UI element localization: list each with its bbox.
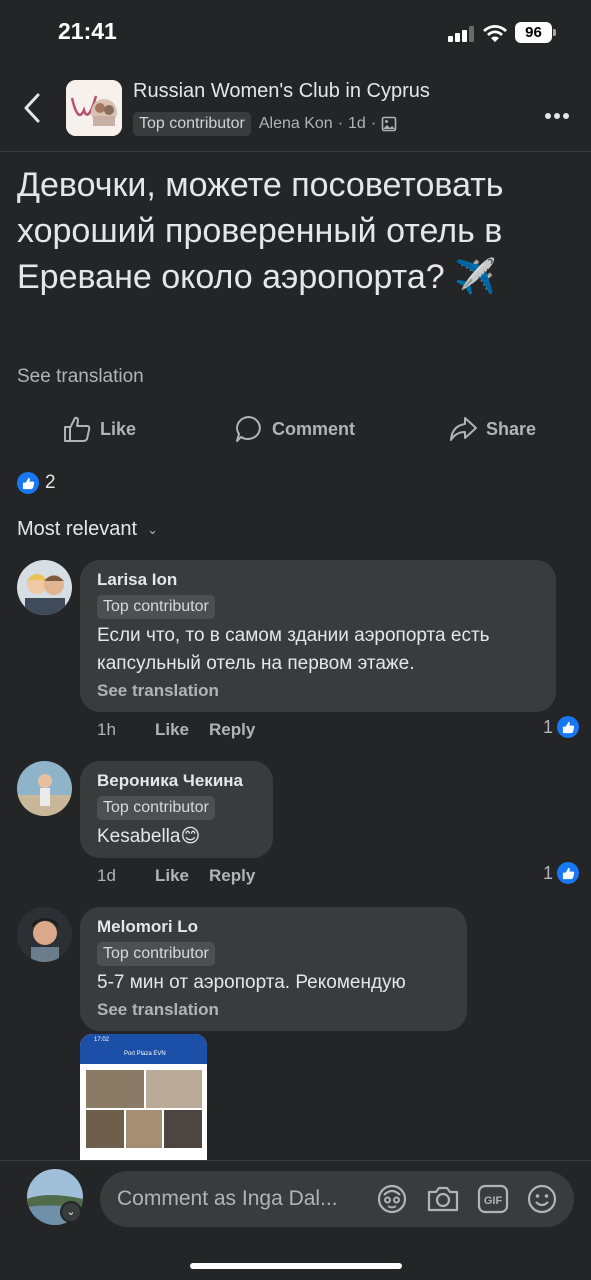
see-translation-link[interactable]: See translation xyxy=(97,681,539,701)
wifi-icon xyxy=(483,25,507,42)
comment-time: 1h xyxy=(97,720,116,739)
reaction-count: 2 xyxy=(45,472,56,493)
comment-footer: 1h Like Reply xyxy=(97,720,255,740)
comment-reactions[interactable]: 1 xyxy=(543,716,579,738)
comment-label: Comment xyxy=(272,418,356,439)
comment-bubble[interactable]: Larisa Ion Top contributor Если что, то … xyxy=(80,560,556,712)
sort-label: Most relevant xyxy=(17,518,138,540)
post-actions: Like Comment Share xyxy=(0,410,591,450)
avatar[interactable] xyxy=(17,907,72,962)
avatar[interactable] xyxy=(17,761,72,816)
like-reaction-icon xyxy=(17,472,39,494)
battery-indicator: 96 xyxy=(515,22,552,43)
reaction-summary[interactable]: 2 xyxy=(17,472,56,494)
commenter-name[interactable]: Melomori Lo xyxy=(97,917,450,937)
see-translation-link[interactable]: See translation xyxy=(97,1000,450,1020)
comment-text: 5-7 мин от аэропорта. Рекомендую xyxy=(97,972,406,993)
top-contributor-badge: Top contributor xyxy=(97,796,215,820)
post-header: Russian Women's Club in Cyprus Top contr… xyxy=(0,66,591,152)
comment-reply-button[interactable]: Reply xyxy=(209,866,255,886)
svg-text:GIF: GIF xyxy=(484,1195,503,1207)
chevron-down-icon: ⌄ xyxy=(147,521,158,537)
comment-input[interactable]: Comment as Inga Dal... GIF xyxy=(100,1171,574,1227)
more-options-icon[interactable] xyxy=(542,106,569,124)
signal-icon xyxy=(448,26,474,42)
share-arrow-icon xyxy=(450,417,477,441)
battery-cap xyxy=(553,29,556,36)
top-contributor-badge: Top contributor xyxy=(97,942,215,966)
home-indicator xyxy=(190,1263,402,1269)
camera-icon[interactable] xyxy=(426,1183,460,1215)
gif-icon[interactable]: GIF xyxy=(477,1183,509,1215)
comment-image-attachment[interactable]: 17:02 Port Plaza EVN xyxy=(80,1034,207,1160)
comment-input-placeholder: Comment as Inga Dal... xyxy=(117,1187,338,1210)
comment-like-button[interactable]: Like xyxy=(155,720,189,740)
author-name[interactable]: Alena Kon xyxy=(259,115,333,133)
top-contributor-badge: Top contributor xyxy=(133,112,251,136)
attachment-photo-grid xyxy=(86,1070,202,1156)
comment-bubble[interactable]: Melomori Lo Top contributor 5-7 мин от а… xyxy=(80,907,467,1031)
like-label: Like xyxy=(100,418,137,439)
comment-reply-button[interactable]: Reply xyxy=(209,720,255,740)
top-contributor-badge: Top contributor xyxy=(97,595,215,619)
meta-separator-2: · xyxy=(370,115,377,132)
attachment-time: 17:02 xyxy=(94,1037,110,1043)
see-translation-link[interactable]: See translation xyxy=(17,366,144,388)
chevron-down-icon[interactable]: ⌄ xyxy=(60,1201,82,1223)
commenter-name[interactable]: Larisa Ion xyxy=(97,570,539,590)
status-time: 21:41 xyxy=(58,18,117,44)
attachment-app-header: 17:02 Port Plaza EVN xyxy=(80,1034,207,1064)
commenter-name[interactable]: Вероника Чекина xyxy=(97,771,256,791)
comment-reaction-count: 1 xyxy=(542,716,553,737)
comment-composer: ⌄ Comment as Inga Dal... GIF xyxy=(0,1160,591,1280)
emoji-icon[interactable] xyxy=(526,1183,558,1215)
comment-text: Если что, то в самом здании аэропорта ес… xyxy=(97,625,490,674)
like-reaction-icon xyxy=(557,862,579,884)
comment-bubble[interactable]: Вероника Чекина Top contributor Kesabell… xyxy=(80,761,273,858)
comment-button[interactable]: Comment xyxy=(234,414,355,444)
comment-footer: 1d Like Reply xyxy=(97,866,255,886)
comment-sort-dropdown[interactable]: Most relevant ⌄ xyxy=(17,518,158,541)
group-avatar[interactable] xyxy=(66,80,122,136)
comment-reactions[interactable]: 1 xyxy=(543,862,579,884)
post-meta: Top contributor Alena Kon · 1d · xyxy=(133,112,397,136)
photo-icon xyxy=(381,116,397,132)
group-name[interactable]: Russian Women's Club in Cyprus xyxy=(133,80,430,103)
share-button[interactable]: Share xyxy=(448,414,536,444)
like-reaction-icon xyxy=(557,716,579,738)
share-label: Share xyxy=(486,418,537,439)
avatar-sticker-icon[interactable] xyxy=(376,1183,408,1215)
attachment-title: Port Plaza EVN xyxy=(124,1051,166,1057)
thumbs-up-icon xyxy=(64,416,91,442)
comment-bubble-icon xyxy=(236,416,261,442)
back-chevron-icon[interactable] xyxy=(22,92,42,124)
like-button[interactable]: Like xyxy=(62,414,136,444)
post-text: Девочки, можете посоветовать хороший про… xyxy=(17,166,504,296)
group-logo-icon xyxy=(66,80,122,136)
comment-text: Kesabella😊 xyxy=(97,826,201,847)
comment-time: 1d xyxy=(97,866,116,885)
post-age: 1d xyxy=(348,115,366,132)
comment-like-button[interactable]: Like xyxy=(155,866,189,886)
meta-separator: · xyxy=(337,115,344,132)
avatar[interactable] xyxy=(17,560,72,615)
status-bar: 21:41 96 xyxy=(0,0,591,66)
comment-reaction-count: 1 xyxy=(542,862,553,883)
